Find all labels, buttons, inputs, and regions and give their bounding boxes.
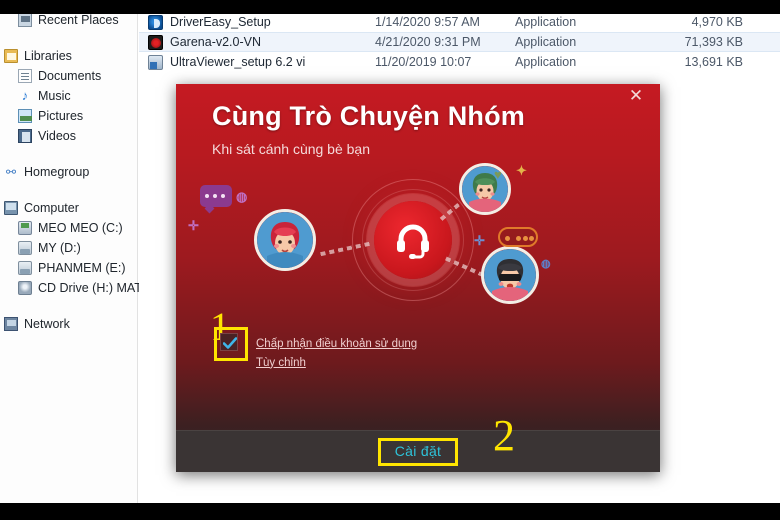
file-date-cell: 11/20/2019 10:07 [375,55,472,69]
sidebar-item-pictures[interactable]: Pictures [0,106,137,126]
sparkle-icon: ♥ [494,166,502,182]
videos-icon [18,129,32,143]
nav-group-spacer [0,30,137,46]
sidebar-item-label: Pictures [38,109,84,123]
file-size-cell: 4,970 KB [691,15,743,29]
file-type-cell: Application [515,55,577,69]
file-name-label: Garena-v2.0-VN [170,35,262,49]
sidebar-item-label: Videos [38,129,76,143]
sparkle-icon: ✦ [516,162,527,178]
dialog-title: Cùng Trò Chuyện Nhóm [212,101,525,131]
nav-group-spacer [0,182,137,198]
hero-illustration: ✛ ◍ ✦ ✛ ◍ ♥ [176,161,660,313]
sidebar-item-label: Music [38,89,71,103]
garena-installer-dialog[interactable]: Cùng Trò Chuyện Nhóm Khi sát cánh cùng b… [176,84,660,472]
sidebar-item-my-d[interactable]: MY (D:) [0,238,137,258]
sidebar-item-computer[interactable]: Computer [0,198,137,218]
sparkle-icon: ◍ [541,257,551,270]
network-icon [4,317,18,331]
dialog-subtitle: Khi sát cánh cùng bè bạn [212,140,371,157]
drivereasy-icon [148,14,163,30]
file-type-cell: Application [515,15,577,29]
sparkle-icon: ◍ [236,188,248,204]
sidebar-item-label: PHANMEM (E:) [38,261,126,275]
file-name-cell: Garena-v2.0-VN [139,34,375,50]
dialog-header: Cùng Trò Chuyện Nhóm Khi sát cánh cùng b… [176,84,660,157]
checkbox-box[interactable] [220,332,238,351]
terms-section: 1 Chấp nhận điều khoản sử dụng Tùy chỉnh [210,306,660,373]
customize-link[interactable]: Tùy chỉnh [256,354,417,373]
sidebar-item-label: Homegroup [24,165,90,179]
pictures-icon [18,109,32,123]
libraries-icon [4,49,18,63]
file-size-cell: 13,691 KB [684,55,743,69]
sidebar-item-label: Recent Places [38,13,119,27]
headset-hub-icon [374,200,452,279]
msi-icon [148,54,163,70]
accept-terms-link[interactable]: Chấp nhận điều khoản sử dụng [256,335,417,354]
close-icon[interactable]: ✕ [626,86,646,106]
sidebar-item-meo-meo-c[interactable]: MEO MEO (C:) [0,218,137,238]
table-row[interactable]: Garena-v2.0-VN 4/21/2020 9:31 PM Applicati… [139,32,780,52]
sidebar-item-documents[interactable]: Documents [0,66,137,86]
sidebar-item-label: Documents [38,69,102,83]
sidebar-item-network[interactable]: Network [0,314,137,334]
navigation-pane[interactable]: DownloadsRecent PlacesLibrariesDocuments… [0,0,151,505]
letterbox-top [0,0,780,14]
avatar [254,208,316,271]
letterbox-bottom [0,503,780,520]
sidebar-item-label: Network [24,317,70,331]
file-size-cell: 71,393 KB [684,35,743,49]
table-row[interactable]: DriverEasy_Setup 1/14/2020 9:57 AM Applica… [139,12,780,32]
sidebar-item-label: MEO MEO (C:) [38,221,123,235]
avatar [481,245,539,304]
documents-icon [18,69,32,83]
file-name-cell: UltraViewer_setup 6.2 vi [139,54,375,70]
cd-drive-icon [18,281,32,295]
homegroup-icon: ⚯ [5,165,17,179]
accept-terms-checkbox[interactable] [214,326,248,361]
file-date-cell: 1/14/2020 9:57 AM [375,15,480,29]
file-type-cell: Application [515,35,577,49]
computer-icon [4,201,18,215]
annotation-highlight-box: Cài đặt [377,437,459,466]
hard-drive-icon [18,261,32,275]
sidebar-item-libraries[interactable]: Libraries [0,46,137,66]
sidebar-item-cd-drive-h-math[interactable]: CD Drive (H:) MATH [0,278,151,298]
chat-bubble-icon [200,184,232,207]
recent-places-icon [18,13,32,27]
sidebar-item-label: Computer [24,201,79,215]
sidebar-item-label: CD Drive (H:) MATH [38,281,151,295]
file-name-label: UltraViewer_setup 6.2 vi [170,55,306,69]
sidebar-item-phanmem-e[interactable]: PHANMEM (E:) [0,258,137,278]
sparkle-icon: ✛ [188,217,199,233]
file-date-cell: 4/21/2020 9:31 PM [375,35,481,49]
sidebar-item-music[interactable]: ♪ Music [0,86,137,106]
file-name-label: DriverEasy_Setup [170,15,271,29]
avatar [459,162,511,215]
system-drive-icon [18,221,32,235]
table-row[interactable]: UltraViewer_setup 6.2 vi 11/20/2019 10:07… [139,52,780,72]
nav-group-spacer [0,298,137,314]
hard-drive-icon [18,241,32,255]
nav-group-spacer [0,146,137,162]
annotation-step-2: 2 [493,411,515,460]
install-button[interactable]: Cài đặt [395,443,441,459]
sidebar-item-videos[interactable]: Videos [0,126,137,146]
file-name-cell: DriverEasy_Setup [139,14,375,30]
gamepad-icon [498,226,538,247]
garena-icon [148,34,163,50]
sidebar-item-homegroup[interactable]: ⚯ Homegroup [0,162,137,182]
music-icon: ♪ [21,88,29,103]
sparkle-icon: ✛ [474,232,485,248]
dialog-footer: Cài đặt [176,430,660,472]
sidebar-item-label: Libraries [24,49,72,63]
sidebar-item-label: MY (D:) [38,241,81,255]
checkmark-icon [223,336,237,349]
